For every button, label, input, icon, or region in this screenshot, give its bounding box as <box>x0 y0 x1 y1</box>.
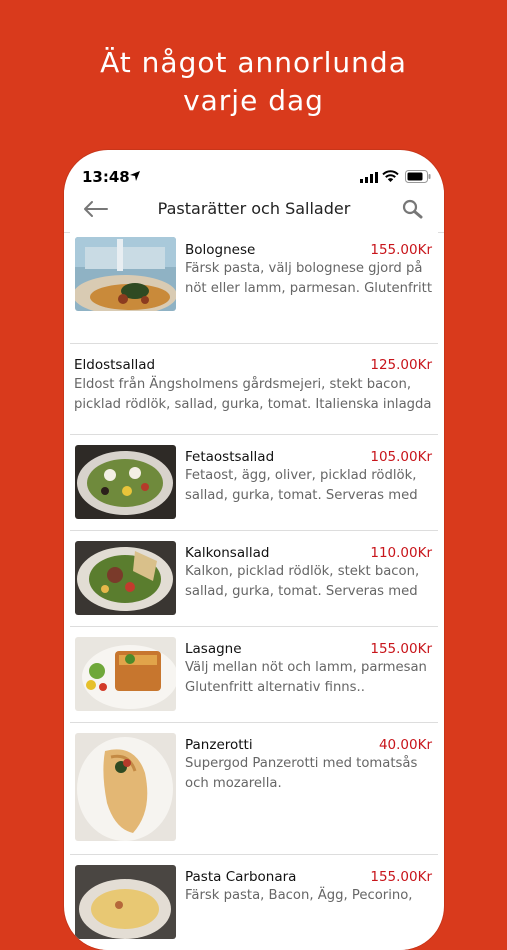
lasagne-photo <box>75 637 176 711</box>
item-name: Fetaostsallad <box>185 449 275 465</box>
item-name: Panzerotti <box>185 737 253 753</box>
item-name: Eldostsallad <box>74 357 156 373</box>
item-price: 155.00Kr <box>370 641 432 657</box>
item-price: 155.00Kr <box>370 869 432 885</box>
search-icon[interactable] <box>402 199 424 219</box>
headline-line-2: varje dag <box>183 84 324 117</box>
item-name: Bolognese <box>185 242 256 258</box>
item-name: Lasagne <box>185 641 242 657</box>
item-description-line-2: sallad, gurka, tomat. Serveras med <box>185 488 418 503</box>
item-price: 155.00Kr <box>370 242 432 258</box>
menu-item-eldostsallad[interactable]: Eldostsallad 125.00Kr Eldost från Ängsho… <box>70 344 438 435</box>
item-description-line-1: Kalkon, picklad rödlök, stekt bacon, <box>185 564 420 579</box>
item-description-line-2: och mozarella. <box>185 776 282 791</box>
item-description-line-2: sallad, gurka, tomat. Serveras med <box>185 584 418 599</box>
item-name: Pasta Carbonara <box>185 869 297 885</box>
page-title: Pastarätter och Sallader <box>157 199 351 218</box>
location-arrow-icon <box>130 171 140 181</box>
status-time: 13:48 <box>82 168 130 186</box>
item-price: 125.00Kr <box>370 357 432 373</box>
menu-item-fetaostsallad[interactable]: Fetaostsallad 105.00Kr Fetaost, ägg, oli… <box>70 435 438 531</box>
item-description-line-1: Färsk pasta, välj bolognese gjord på <box>185 261 423 276</box>
item-price: 110.00Kr <box>370 545 432 561</box>
menu-item-pasta-carbonara[interactable]: Pasta Carbonara 155.00Kr Färsk pasta, Ba… <box>70 855 438 950</box>
panzerotti-photo <box>75 733 176 841</box>
item-description-line-1: Välj mellan nöt och lamm, parmesan <box>185 660 427 675</box>
wifi-icon <box>382 170 399 182</box>
kalkonsallad-photo <box>75 541 176 615</box>
menu-item-kalkonsallad[interactable]: Kalkonsallad 110.00Kr Kalkon, picklad rö… <box>70 531 438 627</box>
item-description-line-2: picklad rödlök, sallad, gurka, tomat. It… <box>74 397 432 412</box>
bolognese-photo <box>75 237 176 311</box>
item-description-line-2: nöt eller lamm, parmesan. Glutenfritt <box>185 281 433 296</box>
item-price: 40.00Kr <box>378 737 432 753</box>
menu-item-lasagne[interactable]: Lasagne 155.00Kr Välj mellan nöt och lam… <box>70 627 438 723</box>
fetaostsallad-photo <box>75 445 176 519</box>
menu-item-panzerotti[interactable]: Panzerotti 40.00Kr Supergod Panzerotti m… <box>70 723 438 855</box>
cellular-signal-icon <box>360 172 378 183</box>
item-description-line-1: Eldost från Ängsholmens gårdsmejeri, ste… <box>74 377 412 392</box>
item-description-line-2: Glutenfritt alternativ finns.. <box>185 680 365 695</box>
item-description-line-1: Fetaost, ägg, oliver, picklad rödlök, <box>185 468 417 483</box>
menu-list: Bolognese 155.00Kr Färsk pasta, välj bol… <box>64 232 444 950</box>
pasta-carbonara-photo <box>75 865 176 939</box>
item-description-line-1: Färsk pasta, Bacon, Ägg, Pecorino, <box>185 888 413 903</box>
battery-icon <box>405 170 431 183</box>
headline-line-1: Ät något annorlunda <box>100 46 407 79</box>
headline: Ät något annorlunda varje dag <box>0 44 507 120</box>
item-price: 105.00Kr <box>370 449 432 465</box>
status-bar: 13:48 <box>64 150 444 190</box>
nav-bar: Pastarätter och Sallader <box>64 190 444 233</box>
item-name: Kalkonsallad <box>185 545 270 561</box>
phone-frame: 13:48 Pastarätter och Sallader Bolognese… <box>64 150 444 950</box>
item-description-line-1: Supergod Panzerotti med tomatsås <box>185 756 418 771</box>
menu-item-bolognese[interactable]: Bolognese 155.00Kr Färsk pasta, välj bol… <box>70 232 438 344</box>
